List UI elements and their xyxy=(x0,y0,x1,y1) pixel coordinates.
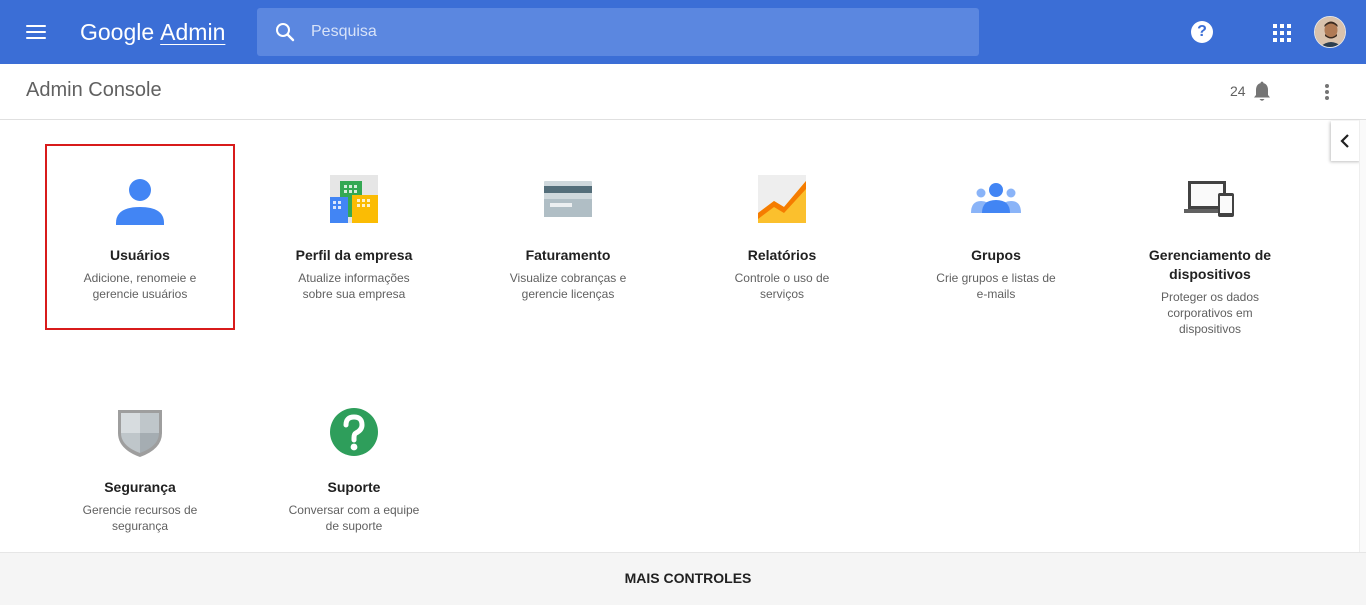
user-icon xyxy=(112,175,168,231)
brand-admin: Admin xyxy=(160,19,226,45)
tile-grupos[interactable]: Grupos Crie grupos e listas de e-mails xyxy=(903,175,1089,302)
google-admin-logo[interactable]: Google Admin xyxy=(80,16,225,48)
tile-description: Controle o uso de serviços xyxy=(734,271,830,301)
help-icon[interactable]: ? xyxy=(1191,21,1213,43)
console-header: Admin Console 24 xyxy=(0,64,1366,120)
shield-icon xyxy=(112,407,168,463)
devices-icon xyxy=(1182,175,1238,231)
avatar-photo xyxy=(1315,17,1345,47)
chevron-left-icon xyxy=(1340,134,1349,148)
top-app-bar: GoogleAdmin ? xyxy=(0,0,1366,64)
credit-card-icon xyxy=(540,175,596,231)
footer-bar: MAIS CONTROLES xyxy=(0,552,1366,605)
tile-gerenciamento-dispositivos[interactable]: Gerenciamento de dispositivos Proteger os… xyxy=(1117,175,1303,337)
tile-seguranca[interactable]: Segurança Gerencie recursos de segurança xyxy=(47,407,233,534)
tile-relatorios[interactable]: Relatórios Controle o uso de serviços xyxy=(689,175,875,302)
search-icon[interactable] xyxy=(275,22,295,42)
search-bar[interactable] xyxy=(257,8,979,56)
notification-count[interactable]: 24 xyxy=(1230,83,1246,99)
tile-description: Proteger os dados corporativos em disposit… xyxy=(1160,290,1260,336)
side-scrollbar[interactable] xyxy=(1359,120,1366,552)
groups-icon xyxy=(968,175,1024,231)
tile-title: Perfil da empresa xyxy=(295,247,413,263)
more-controls-button[interactable]: MAIS CONTROLES xyxy=(0,570,1366,586)
more-vert-icon[interactable] xyxy=(1318,82,1336,102)
tile-description: Visualize cobranças e gerencie licenças xyxy=(509,271,627,301)
apps-grid-icon[interactable] xyxy=(1273,24,1291,42)
tile-title: Gerenciamento de dispositivos xyxy=(1148,247,1272,282)
tile-description: Crie grupos e listas de e-mails xyxy=(936,271,1056,301)
hamburger-menu-icon[interactable] xyxy=(24,20,48,44)
bell-icon[interactable] xyxy=(1252,81,1272,103)
tile-title: Suporte xyxy=(327,479,381,495)
collapse-panel-button[interactable] xyxy=(1331,121,1361,161)
tile-usuarios[interactable]: Usuários Adicione, renomeie e gerencie us… xyxy=(45,144,235,330)
report-chart-icon xyxy=(754,175,810,231)
tile-description: Atualize informações sobre sua empresa xyxy=(298,271,410,301)
tile-description: Conversar com a equipe de suporte xyxy=(288,503,420,533)
tile-description: Gerencie recursos de segurança xyxy=(82,503,198,533)
account-avatar[interactable] xyxy=(1314,16,1346,48)
tile-title: Faturamento xyxy=(525,247,611,263)
tile-description: Adicione, renomeie e gerencie usuários xyxy=(83,271,197,301)
brand-google: Google xyxy=(80,19,155,45)
tile-title: Usuários xyxy=(110,247,170,263)
tile-suporte[interactable]: Suporte Conversar com a equipe de suporte xyxy=(261,407,447,534)
tile-title: Grupos xyxy=(971,247,1021,263)
tile-title: Segurança xyxy=(104,479,176,495)
company-building-icon xyxy=(326,175,382,231)
search-input[interactable] xyxy=(311,8,961,56)
tile-perfil-empresa[interactable]: Perfil da empresa Atualize informações so… xyxy=(261,175,447,302)
tile-faturamento[interactable]: Faturamento Visualize cobranças e gerenci… xyxy=(475,175,661,302)
tile-title: Relatórios xyxy=(747,247,817,263)
page-title: Admin Console xyxy=(26,79,162,101)
help-circle-icon xyxy=(326,407,382,463)
